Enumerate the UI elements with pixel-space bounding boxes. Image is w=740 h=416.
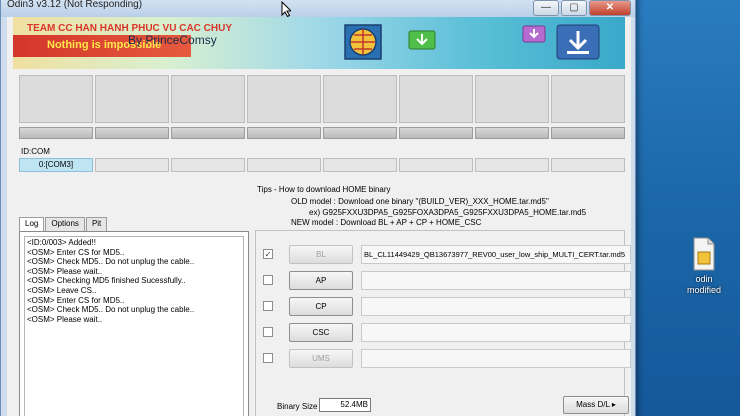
ums-button[interactable]: UMS [289, 349, 353, 368]
device-slot-row [19, 75, 625, 123]
ums-checkbox[interactable] [263, 353, 273, 363]
mouse-cursor-icon [281, 1, 291, 17]
com-port-row: 0:[COM3] [19, 158, 625, 172]
log-line: <OSM> Enter CS for MD5.. [27, 247, 125, 257]
tips-new-model: NEW model : Download BL + AP + CP + HOME… [291, 218, 482, 227]
log-line: <OSM> Please wait.. [27, 266, 103, 276]
cp-checkbox[interactable] [263, 301, 273, 311]
com-port [95, 158, 169, 172]
progress-bar [399, 127, 473, 139]
tab-pit[interactable]: Pit [85, 217, 108, 231]
com-port [323, 158, 397, 172]
ap-checkbox[interactable] [263, 275, 273, 285]
log-line: <OSM> Please wait.. [27, 314, 103, 324]
log-line: <OSM> Checking MD5 finished Sucessfully.… [27, 276, 186, 286]
progress-bar [171, 127, 245, 139]
tips-example: ex) G925FXXU3DPA5_G925FOXA3DPA5_G925FXXU… [309, 208, 587, 217]
tips-title: Tips - How to download HOME binary [257, 185, 391, 194]
ap-path-field[interactable] [361, 271, 631, 290]
close-button[interactable]: ✕ [589, 0, 631, 16]
minimize-button[interactable]: — [533, 0, 559, 16]
device-slot [551, 75, 625, 123]
download-green-icon [408, 30, 436, 50]
title-bar[interactable]: Odin3 v3.12 (Not Responding) — ▢ ✕ [1, 0, 635, 17]
device-slot [171, 75, 245, 123]
csc-checkbox[interactable] [263, 327, 273, 337]
ap-button[interactable]: AP [289, 271, 353, 290]
log-textarea[interactable]: <ID:0/003> Added!! <OSM> Enter CS for MD… [24, 236, 244, 416]
mass-dl-button[interactable]: Mass D/L ▸ [563, 396, 629, 414]
cp-button[interactable]: CP [289, 297, 353, 316]
odin-window: Odin3 v3.12 (Not Responding) — ▢ ✕ TEAM … [0, 0, 636, 416]
progress-bar [247, 127, 321, 139]
com-port-active: 0:[COM3] [19, 158, 93, 172]
log-line: <OSM> Leave CS.. [27, 285, 97, 295]
globe-logo-icon [344, 24, 382, 60]
log-tab-bar: Log Options Pit [19, 217, 108, 231]
log-line: <OSM> Check MD5.. Do not unplug the cabl… [27, 305, 195, 315]
progress-bar [551, 127, 625, 139]
log-panel: <ID:0/003> Added!! <OSM> Enter CS for MD… [19, 231, 249, 416]
device-slot [247, 75, 321, 123]
progress-bar [323, 127, 397, 139]
desktop-icon-label[interactable]: odin modified [674, 274, 734, 296]
device-slot [399, 75, 473, 123]
tab-log[interactable]: Log [19, 217, 45, 231]
device-slot [19, 75, 93, 123]
download-purple-icon [522, 25, 546, 43]
log-line: <ID:0/003> Added!! [27, 238, 96, 247]
download-blue-icon [556, 24, 600, 60]
file-icon[interactable] [686, 236, 722, 272]
maximize-button[interactable]: ▢ [561, 0, 587, 16]
bl-checkbox[interactable]: ✓ [263, 249, 273, 259]
device-slot [323, 75, 397, 123]
bl-path-field[interactable]: BL_CL11449429_QB13673977_REV00_user_low_… [361, 245, 631, 264]
progress-bar-row [19, 127, 625, 139]
tips-old-model: OLD model : Download one binary "(BUILD_… [291, 197, 549, 206]
tab-options[interactable]: Options [45, 217, 85, 231]
csc-button[interactable]: CSC [289, 323, 353, 342]
com-port [551, 158, 625, 172]
window-title: Odin3 v3.12 (Not Responding) [7, 0, 143, 10]
odin-client-area: TEAM CC HAN HANH PHUC VU CAC CHUY Nothin… [7, 17, 631, 416]
binary-size-label: Binary Size [277, 402, 318, 411]
banner-author: By PrinceComsy [128, 33, 217, 47]
device-slot [95, 75, 169, 123]
log-line: <OSM> Check MD5.. Do not unplug the cabl… [27, 257, 195, 267]
desktop-icon-label-line1: odin [695, 274, 713, 284]
odin-banner: TEAM CC HAN HANH PHUC VU CAC CHUY Nothin… [13, 17, 625, 69]
id-com-label: ID:COM [21, 147, 50, 156]
binary-size-value: 52.4MB [319, 398, 371, 412]
progress-bar [19, 127, 93, 139]
com-port [171, 158, 245, 172]
com-port [399, 158, 473, 172]
com-port [475, 158, 549, 172]
ums-path-field[interactable] [361, 349, 631, 368]
bl-button[interactable]: BL [289, 245, 353, 264]
cp-path-field[interactable] [361, 297, 631, 316]
log-line: <OSM> Enter CS for MD5.. [27, 295, 125, 305]
desktop-icon-label-line2: modified [686, 285, 722, 295]
device-slot [475, 75, 549, 123]
progress-bar [475, 127, 549, 139]
progress-bar [95, 127, 169, 139]
com-port [247, 158, 321, 172]
csc-path-field[interactable] [361, 323, 631, 342]
